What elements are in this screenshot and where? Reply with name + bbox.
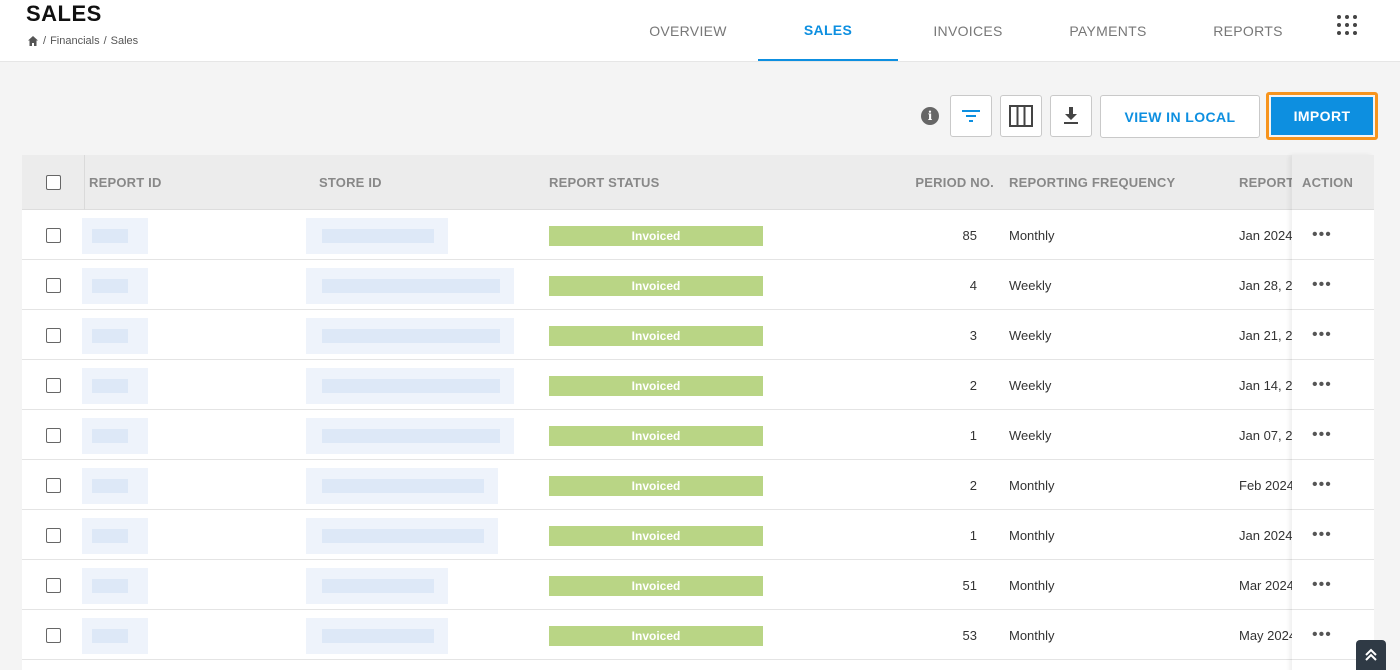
period-no-cell: 4 bbox=[969, 277, 977, 293]
sales-table: REPORT ID STORE ID REPORT STATUS PERIOD … bbox=[22, 155, 1374, 670]
period-no-cell: 1 bbox=[969, 427, 977, 443]
reporting-frequency-cell: Monthly bbox=[1009, 227, 1055, 243]
report-cell: Mar 2024 bbox=[1239, 577, 1292, 593]
period-no-cell: 3 bbox=[969, 327, 977, 343]
more-actions-icon[interactable]: ••• bbox=[1312, 327, 1332, 343]
more-actions-icon[interactable]: ••• bbox=[1312, 227, 1332, 243]
table-row[interactable]: Invoiced 1 Monthly Jan 2024 ••• bbox=[22, 510, 1374, 560]
report-cell: Jan 28, 2024 bbox=[1239, 277, 1292, 293]
period-no-cell: 2 bbox=[969, 477, 977, 493]
status-badge: Invoiced bbox=[549, 476, 763, 496]
reporting-frequency-cell: Weekly bbox=[1009, 427, 1052, 443]
more-actions-icon[interactable]: ••• bbox=[1312, 527, 1332, 543]
main-nav: OVERVIEW SALES INVOICES PAYMENTS REPORTS bbox=[618, 0, 1318, 61]
row-checkbox[interactable] bbox=[46, 328, 61, 343]
column-header-report-status[interactable]: REPORT STATUS bbox=[549, 155, 769, 210]
tab-payments[interactable]: PAYMENTS bbox=[1038, 0, 1178, 61]
reporting-frequency-cell: Weekly bbox=[1009, 277, 1052, 293]
table-row[interactable]: Invoiced 53 Monthly May 2024 ••• bbox=[22, 610, 1374, 660]
page-title: SALES bbox=[26, 1, 102, 26]
import-highlight: IMPORT bbox=[1266, 92, 1378, 140]
report-cell: Jan 07, 2024 bbox=[1239, 427, 1292, 443]
filter-icon bbox=[962, 110, 980, 122]
row-checkbox[interactable] bbox=[46, 428, 61, 443]
tab-invoices[interactable]: INVOICES bbox=[898, 0, 1038, 61]
report-cell: Jan 21, 2024 bbox=[1239, 327, 1292, 343]
period-no-cell: 1 bbox=[969, 527, 977, 543]
status-badge: Invoiced bbox=[549, 276, 763, 296]
reporting-frequency-cell: Monthly bbox=[1009, 527, 1055, 543]
row-checkbox[interactable] bbox=[46, 278, 61, 293]
report-cell: Jan 2024 bbox=[1239, 227, 1292, 243]
select-all-checkbox[interactable] bbox=[46, 175, 61, 190]
view-in-local-button[interactable]: VIEW IN LOCAL bbox=[1100, 95, 1260, 138]
more-actions-icon[interactable]: ••• bbox=[1312, 627, 1332, 643]
import-button[interactable]: IMPORT bbox=[1271, 97, 1373, 135]
table-row[interactable]: Invoiced 1 Weekly Jan 07, 2024 ••• bbox=[22, 410, 1374, 460]
table-row[interactable]: Invoiced 2 Monthly Feb 2024 ••• bbox=[22, 460, 1374, 510]
report-cell: May 2024 bbox=[1239, 627, 1292, 643]
more-actions-icon[interactable]: ••• bbox=[1312, 577, 1332, 593]
column-header-action: ACTION bbox=[1302, 175, 1354, 190]
columns-button[interactable] bbox=[1000, 95, 1042, 137]
download-icon bbox=[1064, 107, 1078, 124]
reporting-frequency-cell: Monthly bbox=[1009, 577, 1055, 593]
more-actions-icon[interactable]: ••• bbox=[1312, 277, 1332, 293]
breadcrumb-sales: Sales bbox=[110, 35, 139, 47]
status-badge: Invoiced bbox=[549, 576, 763, 596]
filter-button[interactable] bbox=[950, 95, 992, 137]
row-checkbox[interactable] bbox=[46, 228, 61, 243]
period-no-cell: 53 bbox=[962, 627, 977, 643]
report-cell: Jan 14, 2024 bbox=[1239, 377, 1292, 393]
reporting-frequency-cell: Weekly bbox=[1009, 327, 1052, 343]
status-badge: Invoiced bbox=[549, 526, 763, 546]
status-badge: Invoiced bbox=[549, 326, 763, 346]
grid-dots-icon[interactable] bbox=[1337, 15, 1359, 37]
reporting-frequency-cell: Monthly bbox=[1009, 477, 1055, 493]
tab-reports[interactable]: REPORTS bbox=[1178, 0, 1318, 61]
table-row[interactable]: Invoiced 3 Weekly Jan 21, 2024 ••• bbox=[22, 310, 1374, 360]
table-row[interactable]: Invoiced 85 Monthly Jan 2024 ••• bbox=[22, 210, 1374, 260]
more-actions-icon[interactable]: ••• bbox=[1312, 477, 1332, 493]
info-icon[interactable]: i bbox=[921, 107, 939, 125]
tab-overview[interactable]: OVERVIEW bbox=[618, 0, 758, 61]
breadcrumb: / Financials / Sales bbox=[27, 35, 138, 47]
column-header-report[interactable]: REPORT bbox=[1239, 155, 1292, 210]
home-icon[interactable] bbox=[27, 35, 39, 47]
period-no-cell: 85 bbox=[962, 227, 977, 243]
table-header: REPORT ID STORE ID REPORT STATUS PERIOD … bbox=[22, 155, 1374, 210]
reporting-frequency-cell: Monthly bbox=[1009, 627, 1055, 643]
report-cell: Feb 2024 bbox=[1239, 477, 1292, 493]
column-header-store-id[interactable]: STORE ID bbox=[319, 155, 539, 210]
more-actions-icon[interactable]: ••• bbox=[1312, 377, 1332, 393]
column-header-report-id[interactable]: REPORT ID bbox=[89, 155, 309, 210]
scroll-to-top-button[interactable] bbox=[1356, 640, 1386, 670]
status-badge: Invoiced bbox=[549, 426, 763, 446]
row-checkbox[interactable] bbox=[46, 528, 61, 543]
download-button[interactable] bbox=[1050, 95, 1092, 137]
table-row[interactable]: Invoiced 2 Weekly Jan 14, 2024 ••• bbox=[22, 360, 1374, 410]
period-no-cell: 51 bbox=[962, 577, 977, 593]
row-checkbox[interactable] bbox=[46, 378, 61, 393]
more-actions-icon[interactable]: ••• bbox=[1312, 427, 1332, 443]
period-no-cell: 2 bbox=[969, 377, 977, 393]
top-header: SALES / Financials / Sales OVERVIEW SALE… bbox=[0, 0, 1400, 62]
row-checkbox[interactable] bbox=[46, 478, 61, 493]
row-checkbox[interactable] bbox=[46, 628, 61, 643]
tab-sales[interactable]: SALES bbox=[758, 0, 898, 61]
report-cell: Jan 2024 bbox=[1239, 527, 1292, 543]
status-badge: Invoiced bbox=[549, 376, 763, 396]
status-badge: Invoiced bbox=[549, 226, 763, 246]
column-header-period-no[interactable]: PERIOD NO. bbox=[882, 155, 994, 210]
columns-icon bbox=[1009, 105, 1033, 127]
double-chevron-up-icon bbox=[1365, 648, 1377, 661]
breadcrumb-financials[interactable]: Financials bbox=[50, 35, 100, 47]
row-checkbox[interactable] bbox=[46, 578, 61, 593]
column-header-reporting-frequency[interactable]: REPORTING FREQUENCY bbox=[1009, 155, 1209, 210]
table-row[interactable]: Invoiced 4 Weekly Jan 28, 2024 ••• bbox=[22, 260, 1374, 310]
reporting-frequency-cell: Weekly bbox=[1009, 377, 1052, 393]
table-row[interactable]: Invoiced 51 Monthly Mar 2024 ••• bbox=[22, 560, 1374, 610]
status-badge: Invoiced bbox=[549, 626, 763, 646]
